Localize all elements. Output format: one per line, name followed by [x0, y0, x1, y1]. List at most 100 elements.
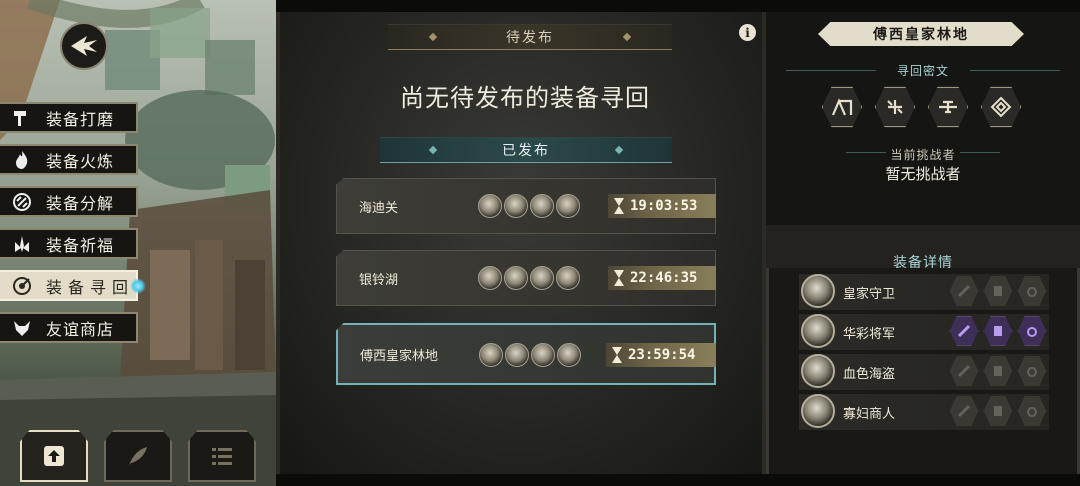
equipment-row[interactable]: 华彩将军	[799, 314, 1049, 350]
equipment-row[interactable]: 血色海盗	[799, 354, 1049, 390]
upload-button[interactable]	[20, 430, 88, 482]
hammer-icon	[10, 106, 34, 130]
weapon-slot-icon[interactable]	[949, 396, 979, 426]
countdown-timer: 23:59:54	[606, 343, 716, 367]
published-header-label: 已发布	[502, 143, 550, 159]
ring-slot-icon[interactable]	[1017, 316, 1047, 346]
menu-item-retrieve[interactable]: 装备寻回	[0, 270, 146, 301]
character-name: 寡妇商人	[843, 406, 896, 422]
hourglass-icon	[612, 196, 626, 216]
portrait-group	[479, 343, 581, 367]
diamond-ornament-icon	[428, 32, 438, 42]
back-button[interactable]	[60, 22, 108, 70]
menu-item-bless[interactable]: 装备祈福	[0, 228, 138, 259]
menu-item-friendship-shop[interactable]: 友谊商店	[0, 312, 138, 343]
feather-button[interactable]	[104, 430, 172, 482]
feather-icon	[129, 447, 147, 465]
pending-header-label: 待发布	[506, 30, 554, 46]
flame-icon	[10, 148, 34, 172]
hourglass-icon	[612, 268, 626, 288]
armor-slot-icon[interactable]	[983, 356, 1013, 386]
menu-item-label: 友谊商店	[46, 319, 115, 339]
retrieval-row-selected[interactable]: 傅西皇家林地 23:59:54	[336, 323, 716, 385]
countdown-timer: 22:46:35	[608, 266, 716, 290]
location-title: 傅西皇家林地	[818, 22, 1024, 46]
menu-item-polish[interactable]: 装备打磨	[0, 102, 138, 133]
location-name: 银铃湖	[359, 272, 399, 288]
menu-item-label: 装备火炼	[46, 151, 115, 171]
diamond-ornament-icon	[622, 32, 632, 42]
countdown-time: 19:03:53	[630, 198, 698, 214]
armor-slot-icon[interactable]	[983, 316, 1013, 346]
arch-rune-icon[interactable]	[821, 86, 863, 128]
menu-item-forge[interactable]: 装备火炼	[0, 144, 138, 175]
character-name: 血色海盗	[843, 366, 896, 382]
pending-header: 待发布	[388, 24, 672, 50]
diamond-ornament-icon	[614, 145, 624, 155]
location-name: 海迪关	[359, 200, 399, 216]
character-portrait-icon	[530, 194, 554, 218]
challenger-label: 当前挑战者	[890, 148, 956, 162]
menu-item-label: 装备寻回	[46, 277, 135, 297]
character-portrait-icon	[557, 343, 581, 367]
character-portrait-icon	[530, 266, 554, 290]
no-pending-message: 尚无待发布的装备寻回	[400, 84, 650, 112]
character-portrait-icon	[505, 343, 529, 367]
countdown-time: 22:46:35	[630, 270, 698, 286]
character-portrait-icon	[801, 354, 835, 388]
diamond-ornament-icon	[428, 145, 438, 155]
menu-item-label: 装备打磨	[46, 109, 115, 129]
character-name: 皇家守卫	[843, 286, 896, 302]
cross-rune-icon[interactable]	[874, 86, 916, 128]
weapon-slot-icon[interactable]	[949, 316, 979, 346]
ring-slot-icon[interactable]	[1017, 276, 1047, 306]
menu-item-disassemble[interactable]: 装备分解	[0, 186, 138, 217]
detail-panel: 傅西皇家林地 寻回密文 当前挑战者 暂无挑战者 装备详情 皇家守卫 华彩将军 血…	[766, 12, 1080, 474]
character-portrait-icon	[531, 343, 555, 367]
fox-icon	[10, 316, 34, 340]
target-icon	[10, 274, 34, 298]
left-panel: 装备打磨 装备火炼 装备分解 装备祈福 装备寻回 友谊商店	[0, 0, 276, 486]
character-portrait-icon	[801, 394, 835, 428]
equipment-row[interactable]: 寡妇商人	[799, 394, 1049, 430]
character-portrait-icon	[479, 343, 503, 367]
character-portrait-icon	[504, 194, 528, 218]
back-arrow-icon	[71, 36, 97, 56]
equipment-row[interactable]: 皇家守卫	[799, 274, 1049, 310]
bless-icon	[10, 232, 34, 256]
weapon-slot-icon[interactable]	[949, 356, 979, 386]
character-portrait-icon	[556, 194, 580, 218]
character-portrait-icon	[478, 194, 502, 218]
retrieval-row[interactable]: 银铃湖 22:46:35	[336, 250, 716, 306]
countdown-time: 23:59:54	[628, 347, 696, 363]
published-header: 已发布	[380, 137, 672, 163]
location-name: 傅西皇家林地	[360, 348, 439, 364]
retrieval-list-panel: 待发布 i 尚无待发布的装备寻回 已发布 海迪关 19:03:53 银铃湖 22…	[276, 12, 766, 474]
list-button[interactable]	[188, 430, 256, 482]
key-rune-icon[interactable]	[927, 86, 969, 128]
ring-slot-icon[interactable]	[1017, 356, 1047, 386]
divider-line	[960, 152, 1000, 153]
character-portrait-icon	[504, 266, 528, 290]
character-portrait-icon	[801, 274, 835, 308]
weapon-slot-icon[interactable]	[949, 276, 979, 306]
upload-icon	[44, 446, 64, 466]
challenger-value: 暂无挑战者	[885, 165, 961, 183]
menu-item-label: 装备分解	[46, 193, 115, 213]
retrieval-row[interactable]: 海迪关 19:03:53	[336, 178, 716, 234]
hourglass-icon	[610, 345, 624, 365]
armor-slot-icon[interactable]	[983, 276, 1013, 306]
portrait-group	[478, 266, 580, 290]
diamond-rune-icon[interactable]	[980, 86, 1022, 128]
menu-item-label: 装备祈福	[46, 235, 115, 255]
character-portrait-icon	[801, 314, 835, 348]
equipment-list: 皇家守卫 华彩将军 血色海盗 寡妇商人	[766, 268, 1080, 474]
divider-line	[970, 70, 1060, 71]
disassemble-icon	[10, 190, 34, 214]
info-icon[interactable]: i	[739, 24, 756, 41]
list-icon	[212, 448, 232, 465]
character-portrait-icon	[556, 266, 580, 290]
ring-slot-icon[interactable]	[1017, 396, 1047, 426]
character-portrait-icon	[478, 266, 502, 290]
armor-slot-icon[interactable]	[983, 396, 1013, 426]
